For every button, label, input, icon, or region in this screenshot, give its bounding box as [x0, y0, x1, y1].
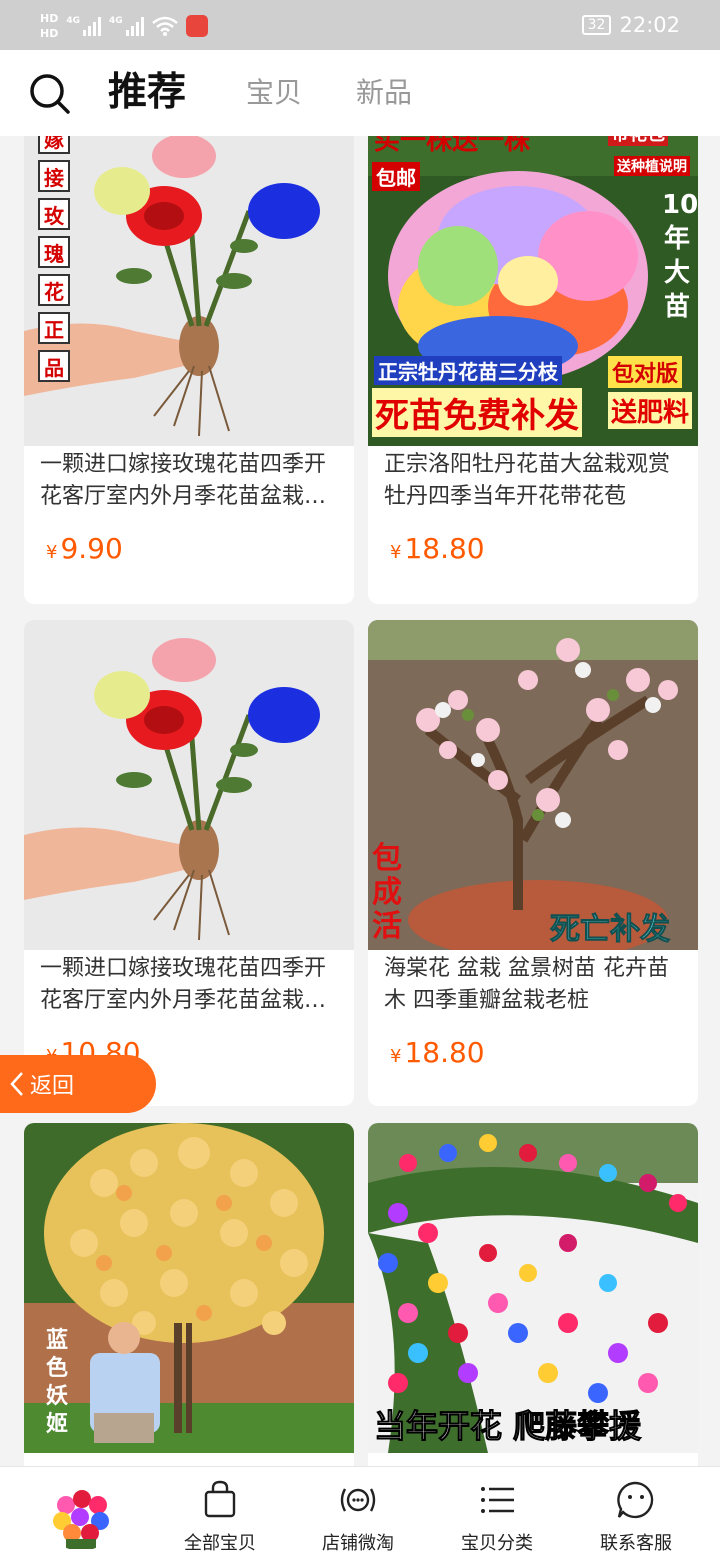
image-band-text: 正宗牡丹花苗三分枝	[374, 356, 562, 385]
caption-char: 瑰	[38, 236, 70, 268]
nav-label: 联系客服	[600, 1533, 672, 1554]
image-side-text: 蓝色妖姬	[45, 1328, 68, 1437]
list-icon	[481, 1487, 514, 1513]
caption-char: 嫁	[38, 136, 70, 154]
caption-char: 花	[38, 274, 70, 306]
product-card[interactable]: 嫁 接 玫 瑰 花 正 品 一颗进口嫁接玫瑰花苗四季开花客厅室内外月季花苗盆栽好…	[24, 136, 354, 604]
caption-char: 接	[38, 160, 70, 192]
image-badge: 包对版	[608, 356, 683, 388]
price-value: 18.80	[404, 1036, 485, 1069]
image-side-text: 包成活	[372, 841, 402, 944]
caption-char: 品	[38, 350, 70, 382]
image-caption-vertical: 嫁 接 玫 瑰 花 正 品	[38, 136, 70, 382]
planting-guide-tag: 送种植说明	[614, 156, 690, 176]
app-notification-icon	[185, 15, 208, 37]
hd2-label: HD	[40, 27, 59, 40]
chat-face-icon	[617, 1481, 654, 1519]
nav-shop-feed[interactable]: 店铺微淘	[298, 1467, 418, 1560]
product-image[interactable]: 蓝色妖姬	[24, 1123, 354, 1453]
signal-icon: 4G	[66, 16, 101, 36]
product-image[interactable]: 当年开花 爬藤攀援	[368, 1123, 698, 1453]
product-card[interactable]: 一颗进口嫁接玫瑰花苗四季开花客厅室内外月季花苗盆栽好养绿植 ¥10.80	[24, 620, 354, 1106]
product-price: ¥18.80	[390, 532, 485, 565]
currency-symbol: ¥	[46, 542, 58, 563]
battery-icon: 32	[581, 15, 612, 35]
nav-customer-service[interactable]: 联系客服	[576, 1467, 696, 1560]
product-title[interactable]: 一颗进口嫁接玫瑰花苗四季开花客厅室内外月季花苗盆栽好养绿植	[40, 449, 340, 513]
hd-indicator: HD HD	[40, 12, 58, 40]
hd1-label: HD	[40, 12, 59, 25]
bottom-nav: 全部宝贝 店铺微淘 宝贝分类 联系客服	[0, 1466, 720, 1560]
image-bottom-text: 当年开花 爬藤攀援	[373, 1407, 642, 1446]
shopping-bag-icon	[204, 1480, 236, 1518]
product-image[interactable]	[24, 620, 354, 950]
image-tag: 带花包	[608, 136, 668, 146]
broadcast-icon	[340, 1488, 376, 1512]
signal-icon: 4G	[109, 16, 144, 36]
currency-symbol: ¥	[390, 542, 402, 563]
search-icon[interactable]	[28, 72, 72, 116]
nav-label: 全部宝贝	[184, 1533, 256, 1554]
product-image[interactable]: 嫁 接 玫 瑰 花 正 品	[24, 136, 354, 446]
product-card[interactable]: 当年开花 爬藤攀援	[368, 1123, 698, 1466]
shop-avatar[interactable]	[44, 1477, 118, 1551]
product-title[interactable]: 正宗洛阳牡丹花苗大盆栽观赏牡丹四季当年开花带花苞	[384, 449, 684, 513]
caption-char: 玫	[38, 198, 70, 230]
tab-items[interactable]: 宝贝	[246, 50, 302, 136]
network2-label: 4G	[109, 16, 123, 26]
nav-label: 宝贝分类	[461, 1533, 533, 1554]
clock: 22:02	[619, 13, 680, 37]
top-tab-bar: 推荐 宝贝 新品	[0, 50, 720, 136]
back-button-label: 返回	[30, 1074, 75, 1099]
image-bottom-headline: 死苗免费补发	[372, 388, 582, 437]
product-card[interactable]: 蓝色妖姬	[24, 1123, 354, 1466]
chevron-left-icon	[10, 1072, 23, 1096]
free-shipping-tag: 包邮	[372, 162, 420, 191]
wifi-icon	[151, 16, 178, 36]
product-price: ¥18.80	[390, 1036, 485, 1069]
image-bottom-text: 死亡补发	[550, 912, 671, 948]
back-button[interactable]: 返回	[0, 1055, 156, 1113]
product-image[interactable]: 买一株送一株 带花包 包邮 送种植说明 10年大苗 正宗牡丹花苗三分枝 包对版 …	[368, 136, 698, 446]
status-bar: HD HD 4G 4G 32 22:02	[0, 0, 720, 50]
caption-char: 正	[38, 312, 70, 344]
product-card[interactable]: 买一株送一株 带花包 包邮 送种植说明 10年大苗 正宗牡丹花苗三分枝 包对版 …	[368, 136, 698, 604]
image-side-text: 10年大苗	[662, 190, 698, 322]
tab-recommend[interactable]: 推荐	[108, 50, 186, 136]
price-value: 18.80	[404, 532, 485, 565]
price-value: 9.90	[60, 532, 123, 565]
tab-new-arrivals[interactable]: 新品	[356, 50, 412, 136]
image-headline: 买一株送一株	[374, 136, 531, 156]
product-title[interactable]: 一颗进口嫁接玫瑰花苗四季开花客厅室内外月季花苗盆栽好养绿植	[40, 953, 340, 1017]
product-grid: 嫁 接 玫 瑰 花 正 品 一颗进口嫁接玫瑰花苗四季开花客厅室内外月季花苗盆栽好…	[0, 136, 720, 1466]
product-price: ¥9.90	[46, 532, 123, 565]
product-title[interactable]: 海棠花 盆栽 盆景树苗 花卉苗木 四季重瓣盆栽老桩	[384, 953, 684, 1017]
currency-symbol: ¥	[390, 1046, 402, 1067]
network1-label: 4G	[66, 16, 80, 26]
nav-label: 店铺微淘	[322, 1533, 394, 1554]
product-card[interactable]: 包成活 死亡补发 海棠花 盆栽 盆景树苗 花卉苗木 四季重瓣盆栽老桩 ¥18.8…	[368, 620, 698, 1106]
nav-categories[interactable]: 宝贝分类	[437, 1467, 557, 1560]
image-bottom-tag: 送肥料	[608, 392, 693, 429]
product-image[interactable]: 包成活 死亡补发	[368, 620, 698, 950]
nav-all-items[interactable]: 全部宝贝	[160, 1467, 280, 1560]
